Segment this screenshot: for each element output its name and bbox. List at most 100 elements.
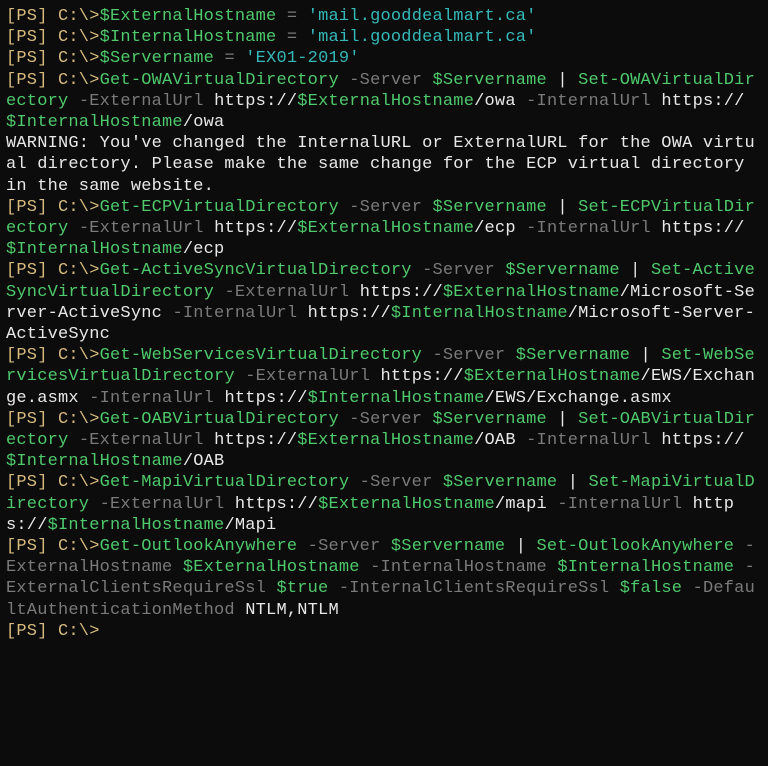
param-internal-url: -InternalUrl (526, 219, 651, 238)
https: https:// (360, 283, 443, 302)
equals: = (276, 28, 307, 47)
arg-auth: NTLM,NTLM (245, 601, 339, 620)
path-owa: /owa (474, 92, 516, 111)
pipe: | (505, 537, 536, 556)
path-ecp: /ecp (474, 219, 516, 238)
arg-servername: $Servername (516, 346, 630, 365)
path-ews: /EWS/Exchange.asmx (485, 389, 672, 408)
cmd-get-activesync: Get-ActiveSyncVirtualDirectory (100, 261, 412, 280)
pipe: | (547, 198, 578, 217)
param-int-ssl: -InternalClientsRequireSsl (339, 579, 609, 598)
prompt: [PS] C:\> (6, 71, 100, 90)
arg-internal-var: $InternalHostname (48, 516, 225, 535)
arg-servername: $Servername (505, 261, 619, 280)
arg-internal-var: $InternalHostname (557, 558, 734, 577)
arg-servername: $Servername (433, 71, 547, 90)
arg-servername: $Servername (433, 198, 547, 217)
pipe: | (547, 71, 578, 90)
https: https:// (214, 219, 297, 238)
https: https:// (380, 367, 463, 386)
powershell-terminal[interactable]: [PS] C:\>$ExternalHostname = 'mail.goodd… (0, 0, 768, 648)
prompt: [PS] C:\> (6, 261, 100, 280)
arg-internal-var: $InternalHostname (308, 389, 485, 408)
path-ecp: /ecp (183, 240, 225, 259)
arg-servername: $Servername (433, 410, 547, 429)
path-mapi: /Mapi (224, 516, 276, 535)
https: https:// (308, 304, 391, 323)
prompt: [PS] C:\> (6, 7, 100, 26)
cmd-get-oab: Get-OABVirtualDirectory (100, 410, 339, 429)
cmd-get-outlookanywhere: Get-OutlookAnywhere (100, 537, 298, 556)
arg-true: $true (276, 579, 328, 598)
prompt: [PS] C:\> (6, 410, 100, 429)
pipe: | (547, 410, 578, 429)
param-server: -Server (349, 410, 422, 429)
arg-external-var: $ExternalHostname (318, 495, 495, 514)
var-servername: $Servername (100, 49, 214, 68)
pipe: | (557, 473, 588, 492)
param-server: -Server (308, 537, 381, 556)
cmd-get-mapi: Get-MapiVirtualDirectory (100, 473, 350, 492)
param-server: -Server (422, 261, 495, 280)
value-internal-hostname: 'mail.gooddealmart.ca' (308, 28, 537, 47)
param-internal-url: -InternalUrl (557, 495, 682, 514)
param-internal-url: -InternalUrl (526, 431, 651, 450)
https: https:// (235, 495, 318, 514)
https: https:// (214, 92, 297, 111)
param-external-url: -ExternalUrl (79, 431, 204, 450)
equals: = (214, 49, 245, 68)
https: https:// (214, 431, 297, 450)
pipe: | (620, 261, 651, 280)
https: https:// (661, 431, 744, 450)
cmd-set-outlookanywhere: Set-OutlookAnywhere (537, 537, 735, 556)
param-server: -Server (432, 346, 505, 365)
arg-external-var: $ExternalHostname (183, 558, 360, 577)
param-external-url: -ExternalUrl (100, 495, 225, 514)
param-server: -Server (349, 198, 422, 217)
param-external-url: -ExternalUrl (224, 283, 349, 302)
value-servername: 'EX01-2019' (245, 49, 359, 68)
prompt: [PS] C:\> (6, 49, 100, 68)
path-owa: /owa (183, 113, 225, 132)
arg-internal-var: $InternalHostname (6, 240, 183, 259)
path-oab: /OAB (183, 452, 225, 471)
param-external-url: -ExternalUrl (245, 367, 370, 386)
https: https:// (224, 389, 307, 408)
prompt: [PS] C:\> (6, 473, 100, 492)
path-oab: /OAB (474, 431, 516, 450)
arg-false: $false (620, 579, 682, 598)
prompt: [PS] C:\> (6, 537, 100, 556)
param-server: -Server (360, 473, 433, 492)
param-external-url: -ExternalUrl (79, 219, 204, 238)
param-internal-hostname: -InternalHostname (370, 558, 547, 577)
arg-internal-var: $InternalHostname (6, 452, 183, 471)
prompt: [PS] C:\> (6, 346, 100, 365)
param-internal-url: -InternalUrl (526, 92, 651, 111)
pipe: | (630, 346, 661, 365)
var-external-hostname: $ExternalHostname (100, 7, 277, 26)
arg-external-var: $ExternalHostname (443, 283, 620, 302)
arg-external-var: $ExternalHostname (297, 219, 474, 238)
var-internal-hostname: $InternalHostname (100, 28, 277, 47)
param-internal-url: -InternalUrl (172, 304, 297, 323)
arg-servername: $Servername (391, 537, 505, 556)
arg-external-var: $ExternalHostname (297, 92, 474, 111)
cmd-get-ews: Get-WebServicesVirtualDirectory (100, 346, 422, 365)
path-mapi: /mapi (495, 495, 547, 514)
arg-external-var: $ExternalHostname (464, 367, 641, 386)
cmd-get-ecp: Get-ECPVirtualDirectory (100, 198, 339, 217)
https: https:// (661, 92, 744, 111)
param-internal-url: -InternalUrl (89, 389, 214, 408)
arg-servername: $Servername (443, 473, 557, 492)
prompt: [PS] C:\> (6, 198, 100, 217)
warning-text: WARNING: You've changed the InternalURL … (6, 134, 755, 195)
cmd-get-owa: Get-OWAVirtualDirectory (100, 71, 339, 90)
arg-internal-var: $InternalHostname (391, 304, 568, 323)
arg-external-var: $ExternalHostname (297, 431, 474, 450)
param-external-url: -ExternalUrl (79, 92, 204, 111)
prompt: [PS] C:\> (6, 622, 100, 641)
equals: = (276, 7, 307, 26)
param-server: -Server (349, 71, 422, 90)
prompt: [PS] C:\> (6, 28, 100, 47)
https: https:// (661, 219, 744, 238)
